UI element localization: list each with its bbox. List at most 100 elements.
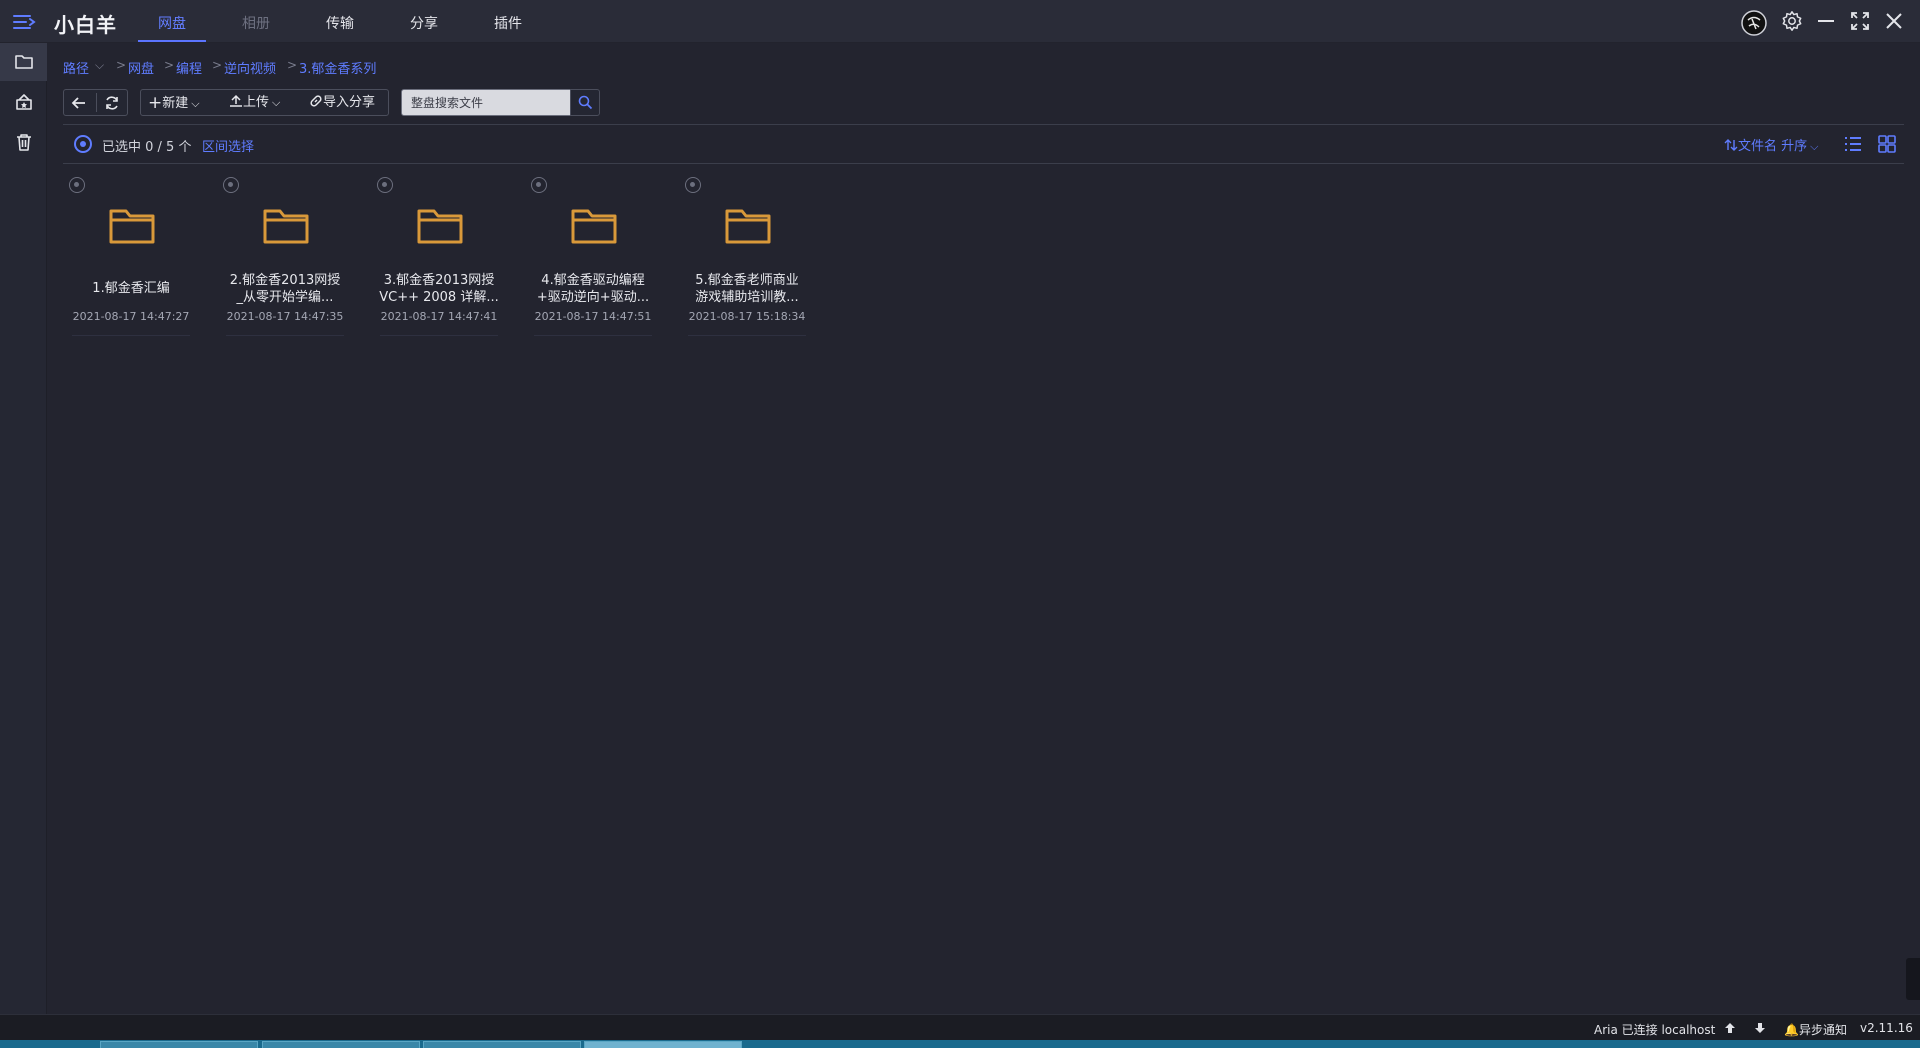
file-name: 3.郁金香2013网授 VC++ 2008 详解... — [378, 272, 500, 306]
divider — [63, 124, 1904, 125]
tab-transfer[interactable]: 传输 — [305, 13, 375, 33]
search-field — [401, 89, 571, 116]
file-name-line: 3.郁金香2013网授 — [383, 273, 495, 288]
file-name: 4.郁金香驱动编程 +驱动逆向+驱动... — [532, 272, 654, 306]
tab-album[interactable]: 相册 — [221, 13, 291, 33]
minimize-icon[interactable] — [1815, 10, 1837, 32]
trash-icon — [17, 134, 31, 151]
breadcrumb-separator: > — [116, 58, 127, 72]
file-name-line: VC++ 2008 详解... — [379, 290, 499, 305]
status-bar: Aria 已连接 localhost 🔔异步通知 v2.11.16 — [0, 1014, 1920, 1040]
sidebar-item-files[interactable] — [0, 43, 47, 81]
folder-item[interactable]: 4.郁金香驱动编程 +驱动逆向+驱动... 2021-08-17 14:47:5… — [530, 172, 656, 336]
import-share-button[interactable]: 导入分享 — [309, 90, 375, 115]
search-input[interactable] — [402, 90, 570, 115]
file-date: 2021-08-17 14:47:27 — [72, 310, 190, 323]
breadcrumb-item[interactable]: 编程 — [176, 58, 202, 77]
side-drawer-handle[interactable] — [1906, 958, 1920, 1000]
folder-outline-icon — [15, 55, 33, 69]
folder-item[interactable]: 2.郁金香2013网授 _从零开始学编... 2021-08-17 14:47:… — [222, 172, 348, 336]
folder-item[interactable]: 3.郁金香2013网授 VC++ 2008 详解... 2021-08-17 1… — [376, 172, 502, 336]
file-date: 2021-08-17 15:18:34 — [688, 310, 806, 323]
refresh-icon[interactable] — [104, 95, 120, 111]
file-date: 2021-08-17 14:47:51 — [534, 310, 652, 323]
version-label: v2.11.16 — [1860, 1021, 1913, 1035]
left-sidebar — [0, 43, 47, 1014]
bell-icon: 🔔 — [1784, 1023, 1799, 1037]
grid-view-icon[interactable] — [1876, 133, 1898, 155]
chevron-down-icon: ⌵ — [272, 96, 281, 109]
async-notify[interactable]: 🔔异步通知 — [1784, 1021, 1847, 1038]
app-window: 小白羊 网盘 相册 传输 分享 插件 路径 ⌵ > 网盘 > 编程 > 逆向视频… — [0, 0, 1920, 1048]
breadcrumb-item[interactable]: 网盘 — [128, 58, 154, 77]
upload-button[interactable]: 上传 ⌵ — [229, 90, 280, 115]
aria-status[interactable]: Aria 已连接 localhost — [1594, 1021, 1715, 1038]
folder-icon — [263, 209, 309, 244]
sidebar-item-trash[interactable] — [0, 123, 47, 161]
menu-toggle-icon[interactable] — [12, 12, 36, 32]
new-button[interactable]: +新建 ⌵ — [148, 90, 200, 115]
sidebar-item-favorites[interactable] — [0, 83, 47, 121]
file-name: 2.郁金香2013网授 _从零开始学编... — [224, 272, 346, 306]
file-name-line: 1.郁金香汇编 — [92, 281, 170, 296]
nav-button-group — [63, 89, 128, 116]
folder-icon — [571, 209, 617, 244]
taskbar-item[interactable] — [262, 1041, 420, 1048]
folder-icon — [417, 209, 463, 244]
file-date: 2021-08-17 14:47:41 — [380, 310, 498, 323]
folder-item[interactable]: 5.郁金香老师商业 游戏辅助培训教... 2021-08-17 15:18:34 — [684, 172, 810, 336]
title-bar: 小白羊 网盘 相册 传输 分享 插件 — [0, 0, 1920, 43]
select-radio[interactable] — [69, 177, 85, 193]
maximize-icon[interactable] — [1849, 10, 1871, 32]
select-radio[interactable] — [685, 177, 701, 193]
folder-icon — [109, 209, 155, 244]
tab-netdisk[interactable]: 网盘 — [137, 13, 207, 33]
file-name-line: 游戏辅助培训教... — [695, 290, 799, 305]
divider — [63, 163, 1904, 164]
file-date: 2021-08-17 14:47:35 — [226, 310, 344, 323]
plus-icon: + — [148, 93, 163, 113]
link-icon — [310, 95, 322, 107]
selection-count: 已选中 0 / 5 个 — [102, 140, 192, 155]
breadcrumb-item[interactable]: 逆向视频 — [224, 58, 276, 77]
folder-icon — [725, 209, 771, 244]
upload-speed-icon[interactable] — [1724, 1022, 1736, 1034]
breadcrumb-separator: > — [287, 58, 298, 72]
range-select-link[interactable]: 区间选择 — [202, 136, 254, 155]
select-radio[interactable] — [223, 177, 239, 193]
chevron-down-icon: ⌵ — [191, 97, 200, 110]
close-icon[interactable] — [1883, 10, 1905, 32]
taskbar-item[interactable] — [100, 1041, 258, 1048]
chevron-down-icon[interactable]: ⌵ — [95, 58, 104, 73]
upload-icon — [230, 94, 242, 107]
upload-button-label: 上传 — [243, 95, 270, 110]
breadcrumb-separator: > — [164, 58, 175, 72]
chevron-down-icon: ⌵ — [1810, 140, 1819, 153]
sort-button[interactable]: 文件名 升序 ⌵ — [1724, 135, 1818, 154]
tab-plugins[interactable]: 插件 — [473, 13, 543, 33]
taskbar-item-active[interactable] — [584, 1041, 742, 1048]
async-notify-label: 异步通知 — [1798, 1023, 1847, 1037]
file-name-line: _从零开始学编... — [236, 290, 334, 305]
import-share-label: 导入分享 — [323, 95, 376, 110]
action-button-group: +新建 ⌵ 上传 ⌵ 导入分享 — [140, 89, 389, 116]
settings-gear-icon[interactable] — [1781, 10, 1803, 32]
tab-share[interactable]: 分享 — [389, 13, 459, 33]
file-name-line: 5.郁金香老师商业 — [695, 273, 799, 288]
folder-item[interactable]: 1.郁金香汇编 2021-08-17 14:47:27 — [68, 172, 194, 336]
select-radio[interactable] — [377, 177, 393, 193]
active-tab-indicator — [138, 40, 206, 42]
download-speed-icon[interactable] — [1754, 1022, 1766, 1034]
list-view-icon[interactable] — [1842, 133, 1864, 155]
select-all-radio[interactable] — [74, 135, 92, 153]
taskbar-item[interactable] — [423, 1041, 581, 1048]
user-avatar-icon[interactable] — [1741, 10, 1767, 36]
file-name: 5.郁金香老师商业 游戏辅助培训教... — [686, 272, 808, 306]
breadcrumb-item-current[interactable]: 3.郁金香系列 — [299, 58, 376, 77]
search-button[interactable] — [570, 89, 600, 116]
back-arrow-icon[interactable] — [71, 95, 87, 111]
file-name-line: 2.郁金香2013网授 — [229, 273, 341, 288]
select-radio[interactable] — [531, 177, 547, 193]
breadcrumb-separator: > — [212, 58, 223, 72]
breadcrumb-root[interactable]: 路径 — [63, 58, 89, 77]
